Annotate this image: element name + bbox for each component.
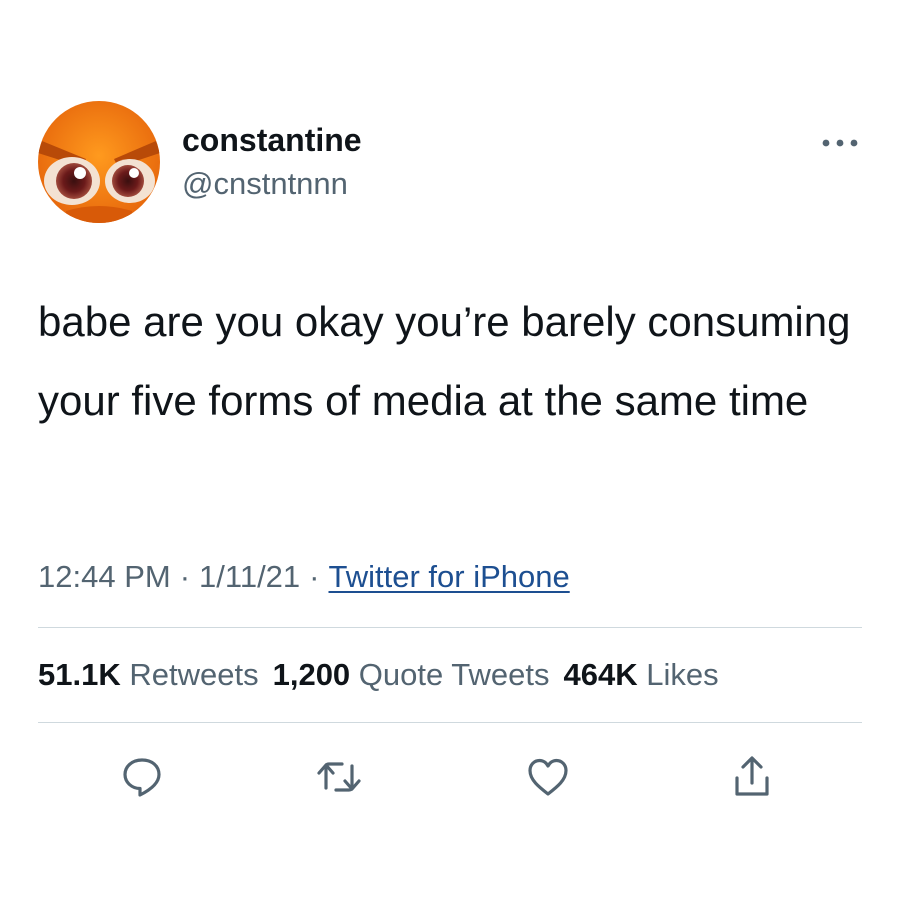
tweet-text: babe are you okay you’re barely consumin… bbox=[38, 298, 851, 424]
tweet-time[interactable]: 12:44 PM bbox=[38, 559, 171, 594]
metadata-separator: · bbox=[309, 559, 320, 594]
share-button[interactable] bbox=[727, 752, 777, 802]
quote-tweets-count: 1,200 bbox=[272, 657, 351, 692]
reply-icon bbox=[123, 758, 161, 797]
likes-stat[interactable]: 464K Likes bbox=[564, 657, 719, 692]
tweet-date[interactable]: 1/11/21 bbox=[199, 559, 300, 594]
metadata-separator: · bbox=[179, 559, 191, 594]
more-horizontal-icon bbox=[822, 139, 858, 147]
quote-tweets-label: Quote Tweets bbox=[358, 657, 550, 692]
retweets-label: Retweets bbox=[129, 657, 259, 692]
tweet-source-link[interactable]: Twitter for iPhone bbox=[329, 559, 570, 594]
retweet-button[interactable] bbox=[314, 752, 364, 802]
divider bbox=[38, 722, 862, 723]
quote-tweets-stat[interactable]: 1,200 Quote Tweets bbox=[273, 657, 550, 692]
retweet-icon bbox=[317, 762, 361, 792]
tweet-metadata: 12:44 PM · 1/11/21 · Twitter for iPhone bbox=[38, 556, 570, 598]
retweets-count: 51.1K bbox=[38, 657, 121, 692]
more-options-button[interactable] bbox=[818, 130, 862, 156]
avatar[interactable] bbox=[38, 101, 160, 223]
share-icon bbox=[735, 756, 769, 796]
divider bbox=[38, 627, 862, 628]
like-button[interactable] bbox=[523, 752, 573, 802]
engagement-stats: 51.1K Retweets 1,200 Quote Tweets 464K Lik… bbox=[38, 654, 719, 696]
reply-button[interactable] bbox=[117, 752, 167, 802]
user-handle[interactable]: @cnstntnnn bbox=[182, 164, 348, 204]
like-icon bbox=[528, 758, 568, 796]
display-name[interactable]: constantine bbox=[182, 120, 362, 160]
orange-angry-face-avatar-icon bbox=[38, 101, 160, 223]
retweets-stat[interactable]: 51.1K Retweets bbox=[38, 657, 259, 692]
likes-label: Likes bbox=[646, 657, 719, 692]
likes-count: 464K bbox=[563, 657, 638, 692]
